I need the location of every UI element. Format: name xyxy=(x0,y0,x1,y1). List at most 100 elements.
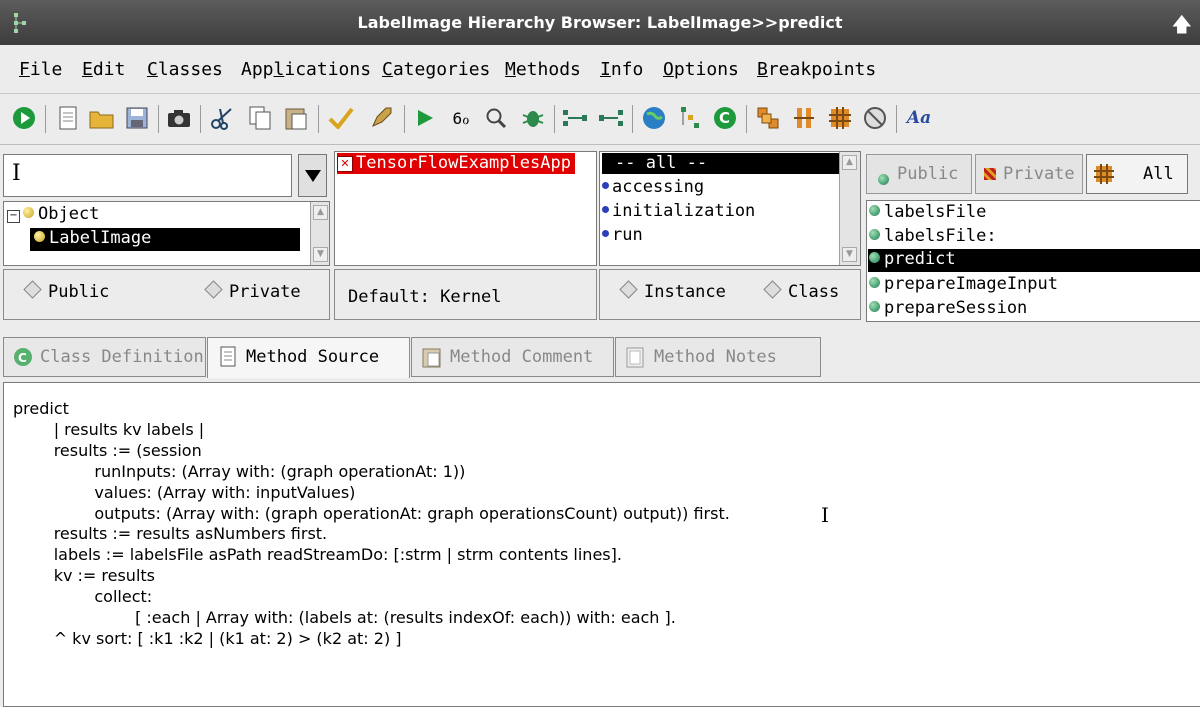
scroll-down-icon[interactable]: ▼ xyxy=(842,247,857,262)
camera-icon[interactable] xyxy=(166,105,192,131)
public-icon xyxy=(878,174,889,185)
menu-categories[interactable]: Categories xyxy=(382,59,490,80)
class-circle-icon[interactable]: C xyxy=(712,105,738,131)
collapse-icon[interactable]: − xyxy=(7,210,20,223)
radio-instance[interactable]: Instance xyxy=(619,280,726,302)
class-icon xyxy=(23,206,34,218)
globe-icon[interactable] xyxy=(641,105,667,131)
save-icon[interactable] xyxy=(124,105,150,131)
radio-private[interactable]: Private xyxy=(204,280,301,302)
new-document-icon[interactable] xyxy=(55,105,81,131)
tab-public[interactable]: Public xyxy=(866,154,972,194)
application-icon: ✕ xyxy=(337,156,353,172)
list-item[interactable]: labelsFile xyxy=(869,202,986,222)
paste-icon[interactable] xyxy=(283,105,309,131)
list-item[interactable]: prepareSession xyxy=(869,298,1027,318)
menu-options[interactable]: Options xyxy=(663,59,739,80)
list-item[interactable]: accessing xyxy=(602,177,704,197)
menu-classes[interactable]: Classes xyxy=(147,59,223,80)
public-method-icon xyxy=(869,300,880,312)
text-cursor-icon: I xyxy=(12,161,21,186)
radio-class[interactable]: Class xyxy=(763,280,839,302)
list-item-selected[interactable]: ✕ TensorFlowExamplesApp xyxy=(337,153,575,174)
toolbar: 6ℴ C Aa xyxy=(0,95,1200,145)
svg-text:C: C xyxy=(719,109,730,127)
menu-methods[interactable]: Methods xyxy=(505,59,581,80)
all-lattice-icon xyxy=(1094,164,1114,184)
title-bar: LabelImage Hierarchy Browser: LabelImage… xyxy=(0,0,1200,45)
debug-bug-icon[interactable] xyxy=(520,105,546,131)
public-method-icon xyxy=(869,251,880,263)
tab-private[interactable]: Private xyxy=(975,154,1083,194)
source-code[interactable]: predict | results kv labels | results :=… xyxy=(13,399,730,650)
lattice-icon[interactable] xyxy=(827,105,853,131)
scrollbar[interactable]: ▲ ▼ xyxy=(839,152,860,265)
implementors-icon[interactable] xyxy=(598,105,624,131)
private-icon xyxy=(984,168,996,180)
cut-icon[interactable] xyxy=(209,105,235,131)
menu-bar: File Edit Classes Applications Categorie… xyxy=(0,46,1200,94)
list-item[interactable]: labelsFile: xyxy=(869,226,997,246)
font-icon[interactable]: Aa xyxy=(906,105,932,131)
inspect-glasses-icon[interactable]: 6ℴ xyxy=(448,105,474,131)
search-icon[interactable] xyxy=(483,105,509,131)
maximize-arrow-icon[interactable]: 🡅 xyxy=(1171,10,1192,44)
class-hierarchy-list[interactable]: − Object LabelImage ▲ ▼ xyxy=(3,201,330,266)
hierarchy-icon[interactable] xyxy=(677,105,703,131)
scrollbar[interactable]: ▲ ▼ xyxy=(310,202,329,265)
categories-list[interactable]: -- all -- accessing initialization run ▲… xyxy=(599,151,861,266)
run-icon[interactable] xyxy=(11,105,37,131)
method-source-editor[interactable]: predict | results kv labels | results :=… xyxy=(3,382,1200,707)
menu-info[interactable]: Info xyxy=(600,59,643,80)
chevron-down-icon xyxy=(305,170,321,182)
radio-public[interactable]: Public xyxy=(23,280,109,302)
public-method-icon xyxy=(869,228,880,240)
play-icon[interactable] xyxy=(412,105,438,131)
menu-file[interactable]: File xyxy=(19,59,62,80)
scroll-up-icon[interactable]: ▲ xyxy=(313,205,328,220)
senders-icon[interactable] xyxy=(562,105,588,131)
menu-breakpoints[interactable]: Breakpoints xyxy=(757,59,876,80)
default-application: Default: Kernel xyxy=(334,269,597,320)
list-item-selected[interactable]: LabelImage xyxy=(30,228,300,251)
list-item-selected[interactable]: predict xyxy=(868,249,1200,272)
list-item-selected[interactable]: -- all -- xyxy=(602,153,845,174)
tab-method-comment[interactable]: Method Comment xyxy=(411,337,614,377)
document-icon xyxy=(220,346,236,367)
checkmark-icon[interactable] xyxy=(328,105,354,131)
search-input[interactable]: I xyxy=(3,154,292,197)
text-cursor-icon: I xyxy=(821,503,829,527)
menu-edit[interactable]: Edit xyxy=(82,59,125,80)
list-item[interactable]: run xyxy=(602,225,643,245)
open-folder-icon[interactable] xyxy=(89,105,115,131)
menu-applications[interactable]: Applications xyxy=(241,59,371,80)
svg-text:C: C xyxy=(18,351,27,365)
dropdown-arrow-button[interactable] xyxy=(298,154,327,197)
class-visibility-radios: Public Private xyxy=(3,269,330,320)
default-app-label: Default: Kernel xyxy=(348,287,502,307)
copy-icon[interactable] xyxy=(247,105,273,131)
public-method-icon xyxy=(869,204,880,216)
category-icon xyxy=(602,181,609,189)
scroll-down-icon[interactable]: ▼ xyxy=(313,247,328,262)
tab-method-source[interactable]: Method Source xyxy=(207,337,410,378)
notes-icon xyxy=(626,347,644,368)
visibility-tabs: Public Private All xyxy=(866,154,1200,196)
category-icon xyxy=(602,205,609,213)
public-method-icon xyxy=(869,276,880,288)
scroll-up-icon[interactable]: ▲ xyxy=(842,155,857,170)
methods-list[interactable]: labelsFile labelsFile: predict prepareIm… xyxy=(866,200,1200,322)
applications-list[interactable]: ✕ TensorFlowExamplesApp xyxy=(334,151,597,266)
grid-orange-icon[interactable] xyxy=(755,105,781,131)
tab-class-definition[interactable]: C Class Definition xyxy=(3,337,206,377)
class-circle-icon: C xyxy=(14,348,32,366)
columns-icon[interactable] xyxy=(791,105,817,131)
rocket-icon[interactable] xyxy=(368,105,394,131)
list-item[interactable]: prepareImageInput xyxy=(869,274,1058,294)
no-entry-icon[interactable] xyxy=(862,105,888,131)
list-item[interactable]: − Object xyxy=(7,204,99,224)
tab-all[interactable]: All xyxy=(1086,154,1188,194)
tab-method-notes[interactable]: Method Notes xyxy=(615,337,821,377)
clipboard-icon xyxy=(422,348,441,368)
list-item[interactable]: initialization xyxy=(602,201,755,221)
